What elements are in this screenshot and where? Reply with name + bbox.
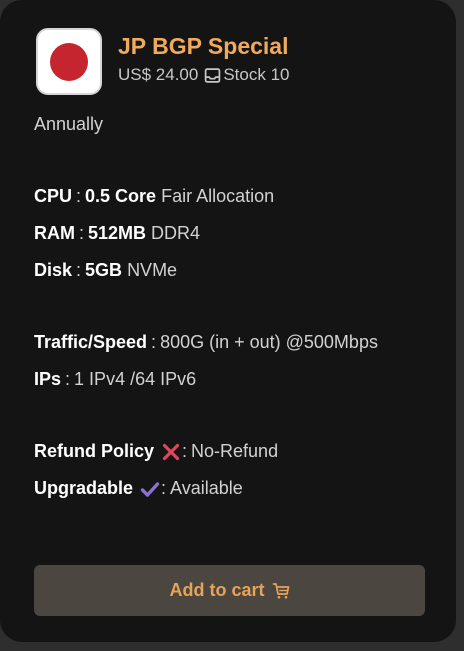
spec-cpu: CPU : 0.5 Core Fair Allocation [34,186,274,207]
spec-refund-label: Refund Policy [34,441,155,461]
add-to-cart-button[interactable]: Add to cart [34,565,425,616]
spec-upgrade-value: Available [170,478,243,498]
spec-ips-label: IPs [34,369,62,389]
product-title: JP BGP Special [118,33,289,59]
spec-ram: RAM : 512MB DDR4 [34,223,200,244]
spec-ips-value: 1 IPv4 /64 IPv6 [74,369,197,389]
spec-traffic-label: Traffic/Speed [34,332,148,352]
separator: : [76,260,82,280]
spec-cpu-value: 0.5 Core [85,186,157,206]
spec-disk: Disk : 5GB NVMe [34,260,177,281]
billing-cycle: Annually [34,114,104,134]
spec-cpu-label: CPU [34,186,73,206]
spec-refund: Refund Policy : No-Refund [34,441,278,462]
check-mark-icon [140,479,160,499]
separator: : [151,332,157,352]
flag-sun [50,42,88,81]
spec-ram-value: 512MB [88,223,147,243]
spec-cpu-note: Fair Allocation [161,186,275,206]
product-price: US$ 24.00 [118,65,199,84]
price-stock-row: US$ 24.00 Stock 10 [118,65,290,85]
spec-traffic: Traffic/Speed : 800G (in + out) @500Mbps [34,332,378,353]
cart-icon [272,582,290,600]
japan-flag-icon [36,28,102,95]
product-card: JP BGP Special US$ 24.00 Stock 10 Annual… [0,0,456,642]
inbox-icon [204,67,221,84]
separator: : [161,478,167,498]
spec-ram-label: RAM [34,223,75,243]
spec-disk-note: NVMe [127,260,178,280]
spec-upgrade-label: Upgradable [34,478,134,498]
spec-ips: IPs : 1 IPv4 /64 IPv6 [34,369,196,390]
add-to-cart-label: Add to cart [169,580,265,600]
spec-traffic-value: 800G (in + out) @500Mbps [160,332,378,352]
spec-disk-label: Disk [34,260,73,280]
spec-disk-value: 5GB [85,260,123,280]
separator: : [65,369,71,389]
separator: : [182,441,188,461]
spec-ram-note: DDR4 [151,223,201,243]
cross-mark-icon [161,442,181,462]
product-stock: Stock 10 [223,65,290,84]
separator: : [76,186,82,206]
spec-upgrade: Upgradable : Available [34,478,243,499]
separator: : [79,223,85,243]
spec-refund-value: No-Refund [191,441,279,461]
